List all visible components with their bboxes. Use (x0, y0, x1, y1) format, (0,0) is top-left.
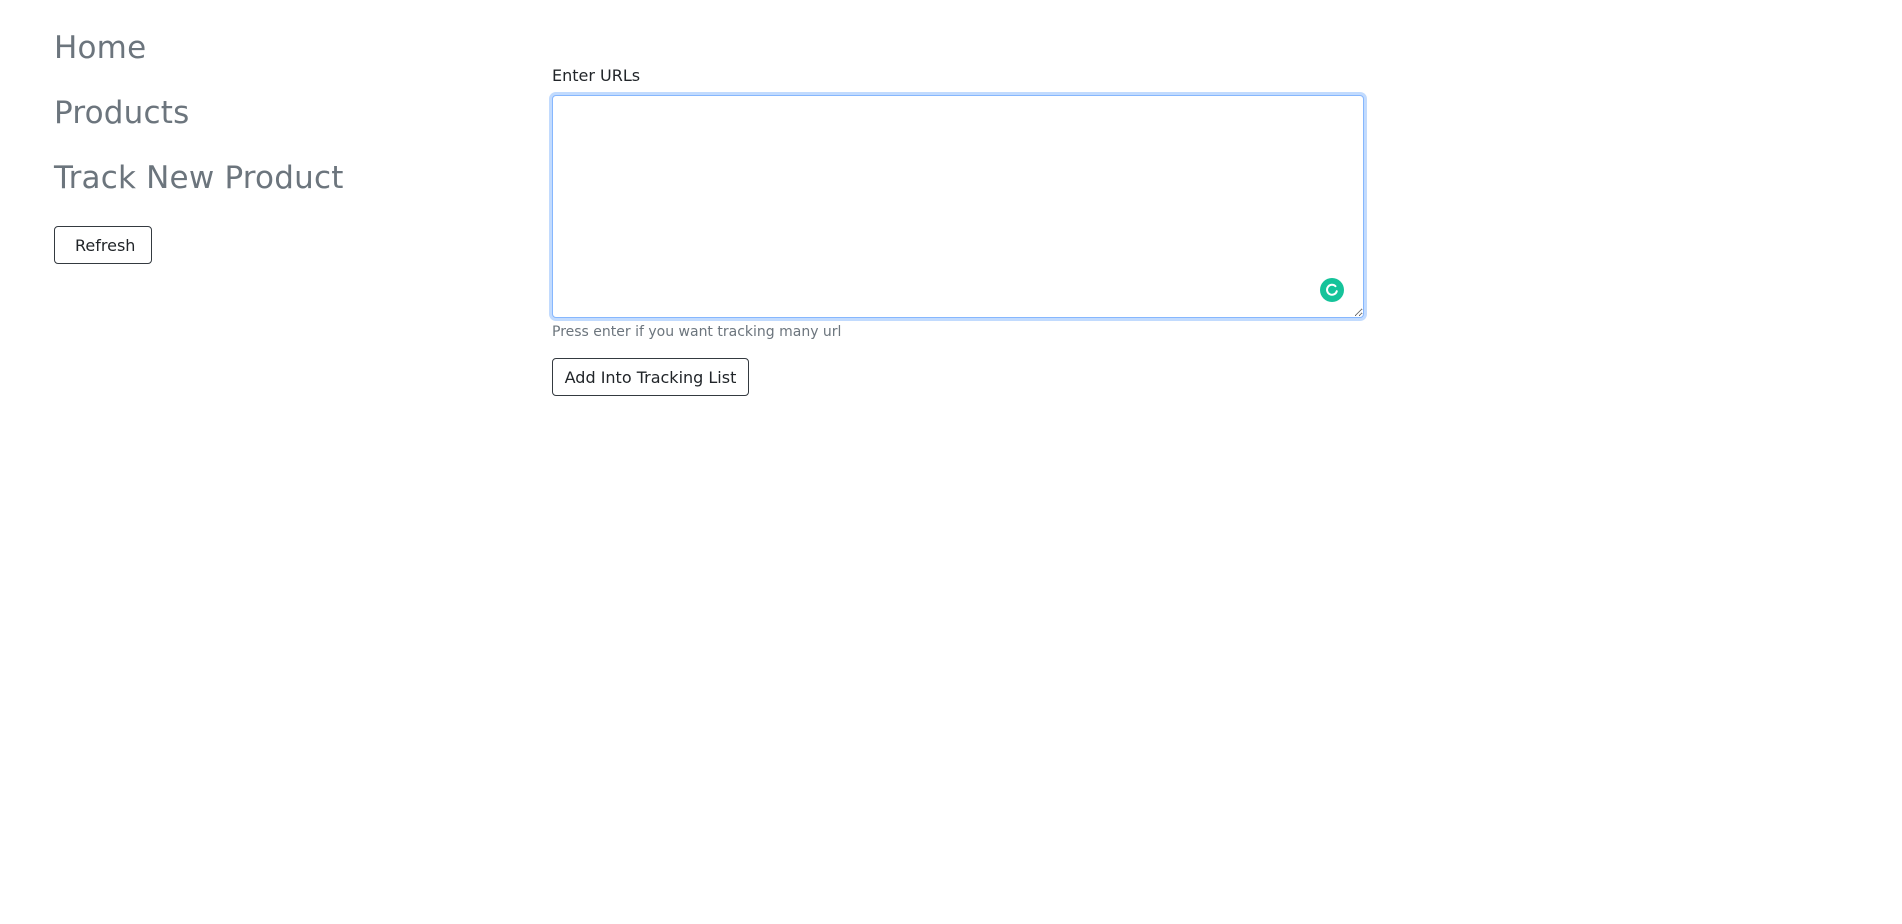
urls-help-text: Press enter if you want tracking many ur… (552, 324, 842, 340)
grammar-assistant-icon[interactable] (1320, 278, 1344, 302)
track-url-form: Enter URLs Press enter if you want track… (552, 64, 1364, 396)
urls-textarea[interactable] (552, 95, 1364, 318)
sidebar-item-track-new-product[interactable]: Track New Product (54, 152, 344, 217)
sidebar-nav: Home Products Track New Product (54, 22, 344, 217)
page: Home Products Track New Product Refresh … (0, 0, 1902, 924)
add-into-tracking-list-button[interactable]: Add Into Tracking List (552, 358, 749, 396)
refresh-button[interactable]: Refresh (54, 226, 152, 264)
sidebar-item-products[interactable]: Products (54, 87, 344, 152)
assistant-arc-icon (1326, 283, 1338, 296)
sidebar-item-home[interactable]: Home (54, 22, 344, 87)
urls-field-label: Enter URLs (552, 66, 641, 85)
urls-textarea-wrapper (552, 95, 1364, 318)
